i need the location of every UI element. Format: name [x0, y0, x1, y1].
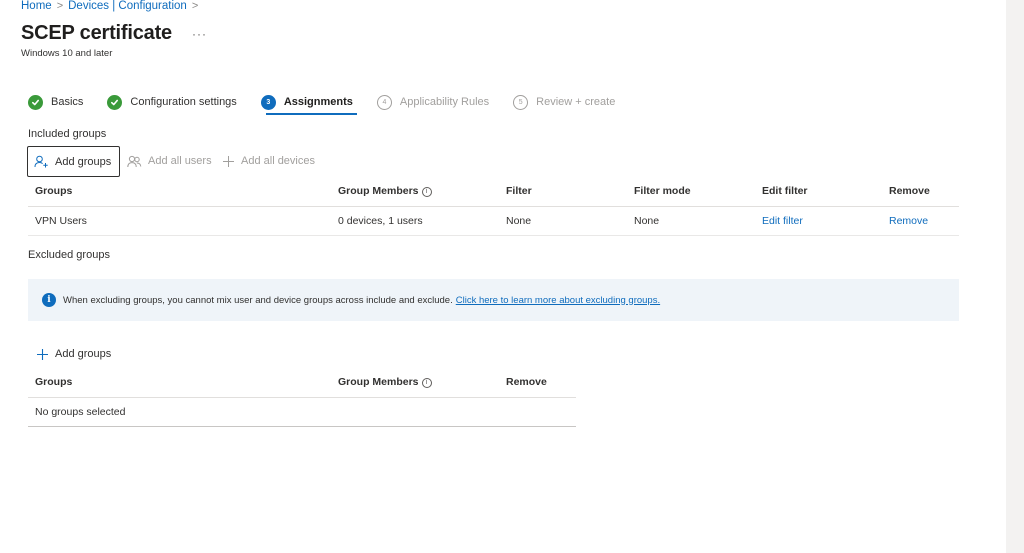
column-header-filter: Filter: [499, 177, 627, 207]
breadcrumb-devices-configuration[interactable]: Devices | Configuration: [68, 0, 187, 12]
table-row-empty: No groups selected: [28, 397, 576, 427]
step-number-icon: 5: [513, 94, 529, 110]
active-step-underline: [266, 113, 357, 115]
add-excluded-groups-button[interactable]: Add groups: [30, 339, 117, 369]
add-all-devices-button[interactable]: Add all devices: [216, 146, 321, 176]
step-label: Basics: [51, 96, 84, 108]
table-row: VPN Users 0 devices, 1 users None None E…: [28, 206, 959, 236]
add-groups-label: Add groups: [55, 155, 112, 168]
step-label: Applicability Rules: [399, 96, 490, 108]
add-all-users-label: Add all users: [148, 155, 212, 167]
step-configuration-settings[interactable]: Configuration settings: [107, 93, 237, 111]
users-icon: [127, 155, 142, 167]
group-members: 0 devices, 1 users: [331, 206, 499, 236]
filter-value: None: [499, 206, 627, 236]
breadcrumb: Home > Devices | Configuration >: [21, 0, 203, 12]
breadcrumb-separator-icon: >: [56, 0, 64, 12]
plus-icon: [223, 155, 234, 167]
page-title: SCEP certificate: [21, 22, 172, 44]
included-groups-label: Included groups: [28, 128, 107, 140]
checkmark-icon: [107, 94, 123, 110]
empty-state-text: No groups selected: [28, 397, 576, 427]
step-applicability-rules[interactable]: 4 Applicability Rules: [376, 93, 490, 111]
checkmark-icon: [28, 94, 43, 110]
more-options-icon[interactable]: ···: [192, 27, 207, 41]
info-banner: i When excluding groups, you cannot mix …: [28, 279, 959, 321]
column-header-groups: Groups: [28, 368, 331, 398]
breadcrumb-home[interactable]: Home: [21, 0, 52, 12]
wizard-steps: Basics Configuration settings 3 Assignme…: [28, 93, 639, 111]
page-subtitle: Windows 10 and later: [21, 48, 113, 59]
info-banner-text: When excluding groups, you cannot mix us…: [63, 294, 453, 306]
step-assignments[interactable]: 3 Assignments: [260, 93, 353, 111]
included-groups-table: Groups Group Members i Filter Filter mode…: [28, 177, 959, 236]
learn-more-excluding-groups-link[interactable]: Click here to learn more about excluding…: [456, 295, 660, 306]
column-header-filter-mode: Filter mode: [627, 177, 755, 207]
add-all-devices-label: Add all devices: [241, 155, 315, 167]
excluded-groups-label: Excluded groups: [28, 249, 110, 261]
column-header-group-members: Group Members i: [331, 368, 499, 398]
step-basics[interactable]: Basics: [28, 93, 83, 111]
column-header-label: Group Members: [338, 376, 419, 389]
page: Home > Devices | Configuration > SCEP ce…: [0, 0, 1006, 553]
info-icon[interactable]: i: [421, 378, 432, 389]
column-header-groups: Groups: [28, 177, 331, 207]
remove-link[interactable]: Remove: [889, 215, 928, 227]
step-number-icon: 4: [376, 94, 392, 110]
plus-icon: [37, 348, 48, 360]
add-groups-label: Add groups: [55, 348, 112, 360]
step-label: Configuration settings: [130, 96, 237, 108]
add-user-icon: [34, 155, 48, 168]
table-header-row: Groups Group Members i Remove: [28, 368, 576, 398]
step-label: Review + create: [536, 96, 616, 108]
add-groups-button[interactable]: Add groups: [27, 146, 120, 177]
step-number-icon: 3: [260, 94, 276, 110]
table-header-row: Groups Group Members i Filter Filter mode…: [28, 177, 959, 207]
add-all-users-button[interactable]: Add all users: [121, 146, 218, 176]
column-header-edit-filter: Edit filter: [755, 177, 882, 207]
column-header-group-members: Group Members i: [331, 177, 499, 207]
edit-filter-link[interactable]: Edit filter: [762, 215, 803, 227]
excluded-groups-table: Groups Group Members i Remove No groups s…: [28, 368, 576, 427]
breadcrumb-separator-icon: >: [191, 0, 199, 12]
info-icon[interactable]: i: [421, 187, 432, 198]
column-header-remove: Remove: [882, 177, 959, 207]
column-header-remove: Remove: [499, 368, 576, 398]
step-review-create[interactable]: 5 Review + create: [513, 93, 615, 111]
column-header-label: Group Members: [338, 185, 419, 198]
filter-mode-value: None: [627, 206, 755, 236]
step-label: Assignments: [283, 96, 353, 108]
group-name: VPN Users: [28, 206, 331, 236]
info-icon: i: [42, 293, 56, 307]
